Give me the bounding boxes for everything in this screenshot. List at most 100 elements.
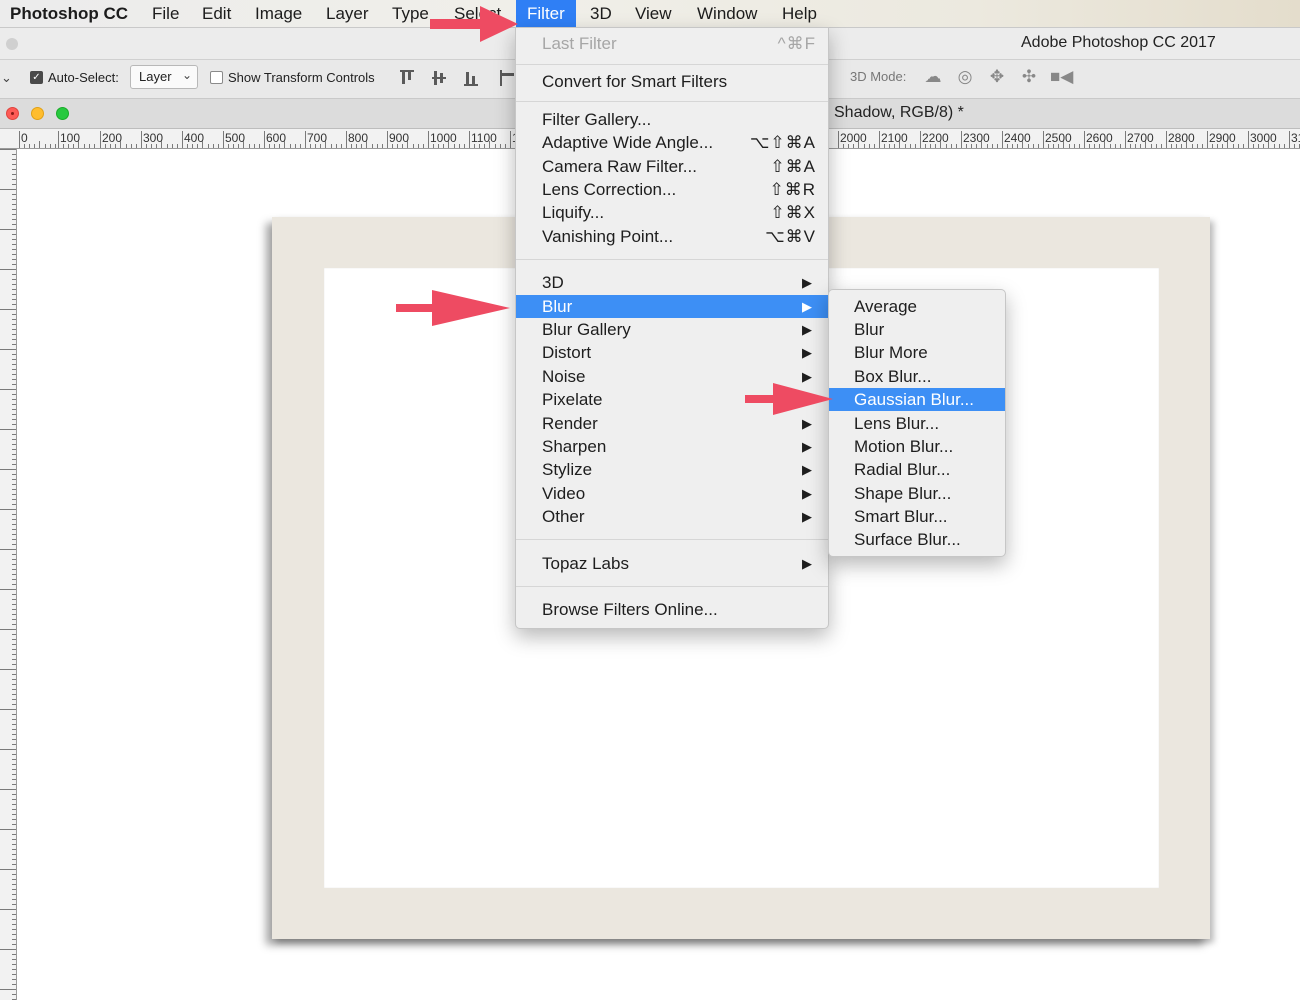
ruler-minor-tick [504, 144, 506, 148]
scale-icon[interactable]: ■◀ [1050, 67, 1073, 87]
vertical-ruler[interactable] [0, 149, 17, 1000]
ruler-minor-tick [135, 144, 137, 148]
blur-item-blur-more[interactable]: Blur More [829, 341, 1005, 364]
pan-icon[interactable]: ✥ [986, 67, 1008, 87]
ruler-minor-tick [443, 144, 445, 148]
menu-edit[interactable]: Edit [192, 0, 241, 27]
ruler-minor-tick [499, 144, 501, 148]
close-window-icon[interactable] [6, 107, 19, 120]
window-control-icon[interactable] [6, 38, 18, 50]
menu-item-sharpen[interactable]: Sharpen ▶ [516, 435, 828, 458]
ruler-minor-tick [422, 144, 424, 148]
ruler-label: 2900 [1209, 131, 1236, 145]
blur-item-radial-blur[interactable]: Radial Blur... [829, 458, 1005, 481]
align-left-icon[interactable] [500, 70, 514, 86]
ruler-minor-tick [12, 334, 16, 335]
blur-item-lens-blur[interactable]: Lens Blur... [829, 412, 1005, 435]
auto-select-dropdown[interactable]: Layer ⌄ [130, 65, 198, 89]
ruler-minor-tick [289, 144, 291, 148]
ruler-minor-tick [950, 144, 952, 148]
blur-item-motion-blur[interactable]: Motion Blur... [829, 435, 1005, 458]
ruler-major-tick [469, 131, 470, 148]
minimize-window-icon[interactable] [31, 107, 44, 120]
zoom-window-icon[interactable] [56, 107, 69, 120]
slide-icon[interactable]: ✣ [1018, 67, 1040, 87]
ruler-label: 900 [389, 131, 410, 145]
align-vertical-center-icon[interactable] [432, 70, 446, 86]
ruler-major-tick [1043, 131, 1044, 148]
blur-item-smart-blur[interactable]: Smart Blur... [829, 505, 1005, 528]
menu-filter[interactable]: Filter [516, 0, 576, 27]
menu-item-topaz-labs[interactable]: Topaz Labs ▶ [516, 552, 828, 575]
ruler-minor-tick [1217, 144, 1219, 148]
align-top-icon[interactable] [400, 70, 414, 86]
ruler-minor-tick [0, 629, 16, 630]
blur-item-box-blur[interactable]: Box Blur... [829, 365, 1005, 388]
ruler-minor-tick [1191, 144, 1193, 148]
menu-item-lens-correction[interactable]: Lens Correction... ⇧⌘R [516, 178, 828, 201]
ruler-minor-tick [12, 924, 16, 925]
ruler-minor-tick [12, 294, 16, 295]
submenu-arrow-icon: ▶ [802, 439, 812, 454]
ruler-minor-tick [161, 141, 163, 148]
ruler-minor-tick [0, 389, 16, 390]
align-bottom-icon[interactable] [464, 70, 478, 86]
menu-window[interactable]: Window [687, 0, 767, 27]
menu-bar: Photoshop CC File Edit Image Layer Type … [0, 0, 1300, 28]
blur-item-shape-blur[interactable]: Shape Blur... [829, 482, 1005, 505]
menu-help[interactable]: Help [772, 0, 827, 27]
menu-item-browse-filters-online[interactable]: Browse Filters Online... [516, 598, 828, 621]
ruler-label: 3000 [1250, 131, 1277, 145]
ruler-minor-tick [130, 144, 132, 148]
menu-view[interactable]: View [625, 0, 682, 27]
submenu-arrow-icon: ▶ [802, 486, 812, 501]
menu-item-convert-smart-filters[interactable]: Convert for Smart Filters [516, 70, 828, 93]
ruler-minor-tick [12, 744, 16, 745]
ruler-minor-tick [12, 974, 16, 975]
blur-item-gaussian-blur[interactable]: Gaussian Blur... [829, 388, 1005, 411]
ruler-label: 2100 [881, 131, 908, 145]
menu-item-camera-raw-filter[interactable]: Camera Raw Filter... ⇧⌘A [516, 155, 828, 178]
menu-file[interactable]: File [142, 0, 189, 27]
menu-item-liquify[interactable]: Liquify... ⇧⌘X [516, 201, 828, 224]
menu-item-distort[interactable]: Distort ▶ [516, 341, 828, 364]
show-transform-checkbox[interactable] [210, 71, 223, 84]
ruler-minor-tick [12, 449, 16, 450]
menu-app-name[interactable]: Photoshop CC [0, 0, 138, 27]
menu-item-adaptive-wide-angle[interactable]: Adaptive Wide Angle... ⌥⇧⌘A [516, 131, 828, 154]
ruler-minor-tick [12, 844, 16, 845]
blur-item-blur[interactable]: Blur [829, 318, 1005, 341]
menu-item-video[interactable]: Video ▶ [516, 482, 828, 505]
menu-item-vanishing-point[interactable]: Vanishing Point... ⌥⌘V [516, 225, 828, 248]
ruler-minor-tick [12, 719, 16, 720]
ruler-minor-tick [12, 219, 16, 220]
menu-item-stylize[interactable]: Stylize ▶ [516, 458, 828, 481]
ruler-minor-tick [12, 479, 16, 480]
menu-item-other[interactable]: Other ▶ [516, 505, 828, 528]
menu-item-blur-gallery[interactable]: Blur Gallery ▶ [516, 318, 828, 341]
chevron-down-icon: ⌄ [181, 68, 192, 82]
menu-layer[interactable]: Layer [316, 0, 379, 27]
menu-item-filter-gallery[interactable]: Filter Gallery... [516, 108, 828, 131]
ruler-minor-tick [12, 384, 16, 385]
blur-item-average[interactable]: Average [829, 295, 1005, 318]
ruler-minor-tick [0, 789, 16, 790]
ruler-minor-tick [187, 144, 189, 148]
blur-item-surface-blur[interactable]: Surface Blur... [829, 528, 1005, 551]
menu-3d[interactable]: 3D [580, 0, 622, 27]
ruler-minor-tick [12, 794, 16, 795]
ruler-label: 600 [266, 131, 287, 145]
menu-image[interactable]: Image [245, 0, 312, 27]
orbit-icon[interactable]: ☁ [922, 67, 944, 87]
menu-item-3d[interactable]: 3D ▶ [516, 271, 828, 294]
ruler-minor-tick [0, 309, 16, 310]
menu-item-blur[interactable]: Blur ▶ [516, 295, 828, 318]
submenu-arrow-icon: ▶ [802, 299, 812, 314]
ruler-minor-tick [909, 144, 911, 148]
ruler-minor-tick [12, 164, 16, 165]
auto-select-checkbox[interactable]: ✓ [30, 71, 43, 84]
roll-icon[interactable]: ◎ [954, 67, 976, 87]
ruler-minor-tick [49, 144, 51, 148]
ruler-minor-tick [12, 879, 16, 880]
tool-preset-chevron-icon[interactable]: ⌄ [1, 70, 12, 86]
